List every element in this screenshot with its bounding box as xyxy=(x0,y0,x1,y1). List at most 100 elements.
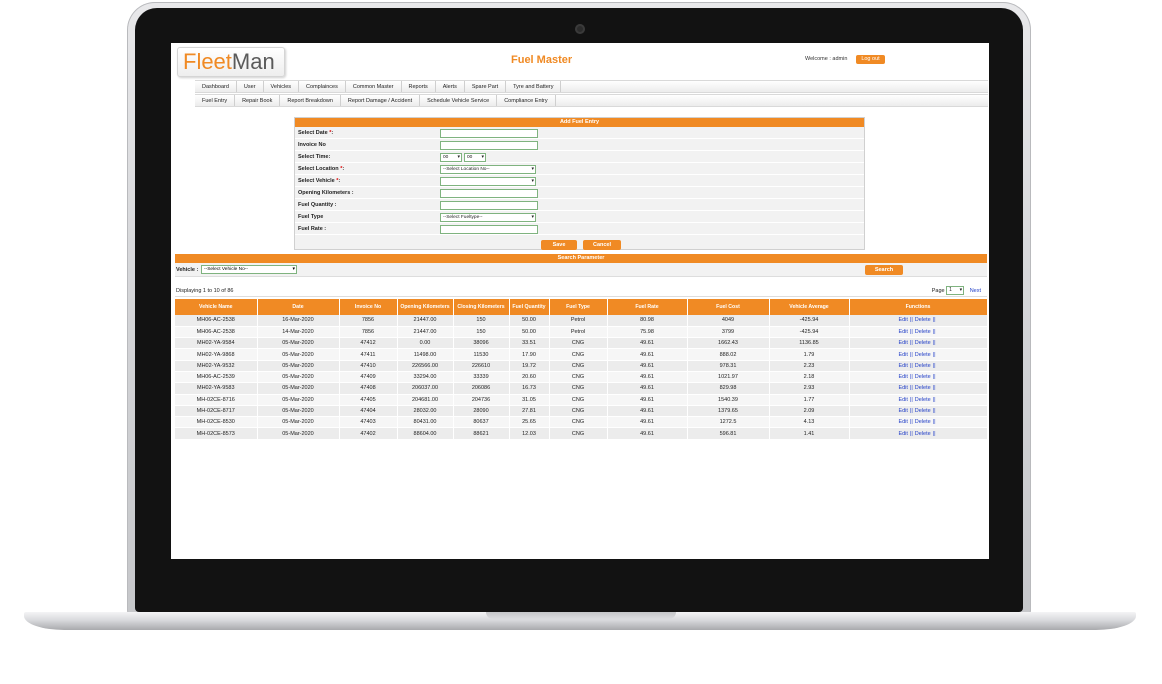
page-select[interactable]: 1 ▾ xyxy=(946,286,965,295)
separator: || xyxy=(932,408,936,415)
submenu-item-compliance-entry[interactable]: Compliance Entry xyxy=(497,95,556,106)
column-header[interactable]: Functions xyxy=(849,299,988,315)
column-header[interactable]: Date xyxy=(257,299,340,315)
delete-link[interactable]: Delete xyxy=(915,408,931,414)
table-cell: 38096 xyxy=(453,337,510,350)
table-cell: 1.77 xyxy=(769,394,850,406)
column-header[interactable]: Vehicle Average xyxy=(769,299,850,315)
separator: || xyxy=(909,408,913,415)
edit-link[interactable]: Edit xyxy=(898,340,907,346)
menu-item-dashboard[interactable]: Dashboard xyxy=(195,81,237,92)
edit-link[interactable]: Edit xyxy=(898,317,907,323)
submenu-item-schedule-vehicle-service[interactable]: Schedule Vehicle Service xyxy=(420,95,498,106)
listing-info-row: Displaying 1 to 10 of 86 Page 1 ▾ Next xyxy=(175,286,987,297)
submenu-item-fuel-entry[interactable]: Fuel Entry xyxy=(195,95,236,106)
column-header[interactable]: Opening Kilometers xyxy=(397,299,454,315)
edit-link[interactable]: Edit xyxy=(898,352,907,358)
table-cell: MH-02CE-8573 xyxy=(175,427,258,440)
table-cell: 3799 xyxy=(687,326,770,339)
menu-item-common-master[interactable]: Common Master xyxy=(346,81,402,92)
edit-link[interactable]: Edit xyxy=(898,374,907,380)
hour-select[interactable]: 00 ▾ xyxy=(440,153,462,162)
search-button[interactable]: Search xyxy=(865,265,903,275)
column-header[interactable]: Fuel Quantity xyxy=(509,299,550,315)
edit-link[interactable]: Edit xyxy=(898,397,907,403)
edit-link[interactable]: Edit xyxy=(898,385,907,391)
table-cell: MH02-YA-9583 xyxy=(175,382,258,395)
table-cell: 1272.5 xyxy=(687,416,770,429)
next-page-link[interactable]: Next xyxy=(970,288,981,294)
table-cell: 49.61 xyxy=(607,371,688,384)
form-row-location: Select Location *: --Select Location No-… xyxy=(295,164,864,175)
table-cell: 829.98 xyxy=(687,382,770,395)
table-cell: 11498.00 xyxy=(397,348,454,361)
cancel-button[interactable]: Cancel xyxy=(583,240,621,250)
fuel-rate-input[interactable] xyxy=(440,225,538,234)
menu-item-reports[interactable]: Reports xyxy=(402,81,436,92)
edit-link[interactable]: Edit xyxy=(898,363,907,369)
logout-button[interactable]: Log out xyxy=(856,55,885,64)
edit-link[interactable]: Edit xyxy=(898,408,907,414)
delete-link[interactable]: Delete xyxy=(915,352,931,358)
menu-item-vehicles[interactable]: Vehicles xyxy=(264,81,300,92)
fleetman-logo[interactable]: FleetMan xyxy=(177,47,285,77)
table-cell: 80.98 xyxy=(607,315,688,327)
time-label: Select Time: xyxy=(298,154,331,160)
location-label: Select Location xyxy=(298,166,339,172)
submenu-item-report-damage-accident[interactable]: Report Damage / Accident xyxy=(341,95,421,106)
chevron-down-icon: ▾ xyxy=(959,287,963,293)
location-select[interactable]: --Select Location No-- ▾ xyxy=(440,165,536,174)
separator: || xyxy=(909,340,913,347)
fuel-type-select[interactable]: --Select Fueltype-- ▾ xyxy=(440,213,536,222)
table-cell: 47412 xyxy=(339,337,398,350)
column-header[interactable]: Fuel Type xyxy=(549,299,608,315)
delete-link[interactable]: Delete xyxy=(915,340,931,346)
submenu-item-repair-book[interactable]: Repair Book xyxy=(235,95,281,106)
delete-link[interactable]: Delete xyxy=(915,363,931,369)
search-vehicle-select[interactable]: --Select Vehicle No-- ▾ xyxy=(201,265,297,274)
vehicle-select[interactable]: ▾ xyxy=(440,177,536,186)
table-cell: 2.23 xyxy=(769,360,850,372)
save-button[interactable]: Save xyxy=(541,240,577,250)
app-screen: FleetMan Fuel Master Welcome : admin Log… xyxy=(171,43,989,559)
delete-link[interactable]: Delete xyxy=(915,431,931,437)
table-cell: 12.03 xyxy=(509,427,550,440)
submenu-item-report-breakdown[interactable]: Report Breakdown xyxy=(280,95,341,106)
edit-link[interactable]: Edit xyxy=(898,431,907,437)
menu-item-spare-part[interactable]: Spare Part xyxy=(465,81,507,92)
delete-link[interactable]: Delete xyxy=(915,317,931,323)
delete-link[interactable]: Delete xyxy=(915,385,931,391)
menu-item-user[interactable]: User xyxy=(237,81,264,92)
column-header[interactable]: Vehicle Name xyxy=(175,299,258,315)
edit-link[interactable]: Edit xyxy=(898,329,907,335)
column-header[interactable]: Invoice No xyxy=(339,299,398,315)
table-cell: 05-Mar-2020 xyxy=(257,382,340,395)
opening-km-label: Opening Kilometers : xyxy=(298,190,354,196)
table-cell: CNG xyxy=(549,405,608,418)
menu-item-complainces[interactable]: Complainces xyxy=(299,81,346,92)
column-header[interactable]: Fuel Cost xyxy=(687,299,770,315)
invoice-input[interactable] xyxy=(440,141,538,150)
table-cell: MH02-YA-9584 xyxy=(175,337,258,350)
table-cell: 47409 xyxy=(339,371,398,384)
add-fuel-entry-title: Add Fuel Entry xyxy=(295,118,864,127)
delete-link[interactable]: Delete xyxy=(915,329,931,335)
table-cell: 05-Mar-2020 xyxy=(257,337,340,350)
delete-link[interactable]: Delete xyxy=(915,397,931,403)
fuel-qty-input[interactable] xyxy=(440,201,538,210)
vehicle-label: Select Vehicle xyxy=(298,178,335,184)
table-cell: 88621 xyxy=(453,427,510,440)
opening-km-input[interactable] xyxy=(440,189,538,198)
edit-link[interactable]: Edit xyxy=(898,419,907,425)
menu-item-alerts[interactable]: Alerts xyxy=(436,81,465,92)
table-row: MH02-YA-9584 05-Mar-2020 47412 0.00 38096 33.… xyxy=(175,337,988,350)
delete-link[interactable]: Delete xyxy=(915,419,931,425)
delete-link[interactable]: Delete xyxy=(915,374,931,380)
minute-select[interactable]: 00 ▾ xyxy=(464,153,486,162)
date-input[interactable] xyxy=(440,129,538,138)
table-cell: 150 xyxy=(453,315,510,327)
column-header[interactable]: Fuel Rate xyxy=(607,299,688,315)
separator: || xyxy=(932,419,936,426)
menu-item-tyre-and-battery[interactable]: Tyre and Battery xyxy=(506,81,562,92)
column-header[interactable]: Closing Kilometers xyxy=(453,299,510,315)
